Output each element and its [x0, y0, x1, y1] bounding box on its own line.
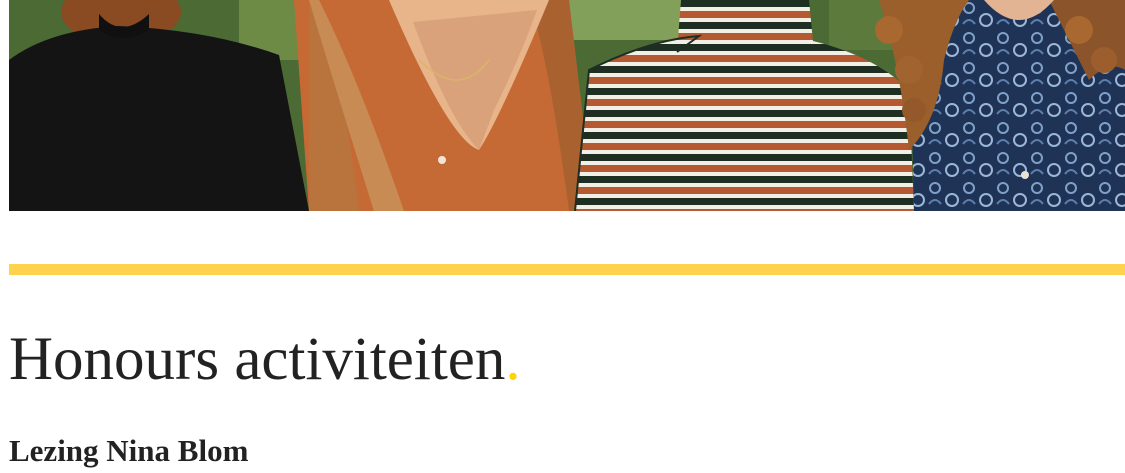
title-accent-dot: .: [505, 326, 521, 393]
hero-photo: [9, 0, 1125, 211]
accent-divider: [9, 264, 1125, 275]
page-title-text: Honours activiteiten: [9, 326, 506, 393]
activity-title[interactable]: Lezing Nina Blom: [9, 431, 248, 471]
page-title: Honours activiteiten.: [9, 322, 521, 398]
person-2: [294, 0, 594, 211]
hero-photo-illustration: [9, 0, 1125, 211]
